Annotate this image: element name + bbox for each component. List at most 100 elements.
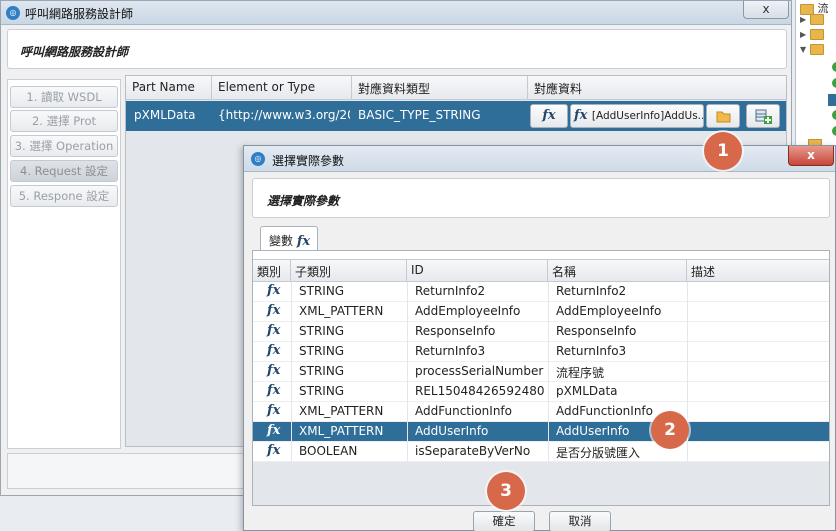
- cell-name: ResponseInfo: [556, 324, 637, 338]
- cell-subtype: XML_PATTERN: [299, 404, 384, 418]
- folder-open-icon: [716, 111, 731, 123]
- cancel-button[interactable]: 取消: [549, 511, 611, 531]
- cell-data-type: BASIC_TYPE_STRING: [358, 108, 481, 122]
- table-row[interactable]: fx STRING ResponseInfo ResponseInfo: [253, 322, 829, 342]
- cell-id: AddEmployeeInfo: [415, 304, 521, 318]
- table-row[interactable]: fx STRING ReturnInfo3 ReturnInfo3: [253, 342, 829, 362]
- cell-name: AddUserInfo: [556, 424, 630, 438]
- status-green-icon: [832, 110, 836, 120]
- mapped-value-field[interactable]: fx [AddUserInfo]AddUs...: [570, 104, 704, 128]
- fx-icon: fx: [267, 383, 281, 398]
- table-row-selected[interactable]: fx XML_PATTERN AddUserInfo AddUserInfo: [253, 422, 829, 442]
- cell-subtype: STRING: [299, 324, 345, 338]
- cell-id: ResponseInfo: [415, 324, 496, 338]
- cell-name: 流程序號: [556, 366, 605, 380]
- column-divider: [548, 282, 549, 482]
- column-header-type[interactable]: 類別: [253, 260, 291, 282]
- collapse-arrow-icon: ▼: [800, 45, 807, 54]
- table-row[interactable]: fx XML_PATTERN AddEmployeeInfo AddEmploy…: [253, 302, 829, 322]
- cell-id: ReturnInfo2: [415, 284, 486, 298]
- main-title-bar: ◎ 呼叫網路服務設計師 x: [1, 1, 791, 25]
- main-header-panel: 呼叫網路服務設計師: [7, 29, 787, 69]
- cell-id: ReturnInfo3: [415, 344, 486, 358]
- table-row-pxmldata[interactable]: pXMLData {http://www.w3.org/20... BASIC_…: [126, 101, 786, 131]
- tab-variables-label: 變數: [269, 234, 294, 248]
- fx-icon: fx: [267, 363, 281, 378]
- tree-folder-item[interactable]: ▶: [800, 12, 836, 28]
- variables-panel: 類別 子類別 ID 名稱 描述 fx STRING ReturnInfo2 Re…: [252, 250, 830, 506]
- table-row[interactable]: fx STRING processSerialNumber 流程序號: [253, 362, 829, 382]
- tab-variables[interactable]: 變數 fx: [260, 226, 318, 250]
- fx-icon: fx: [267, 343, 281, 358]
- tree-folder-item[interactable]: ▼: [800, 42, 836, 58]
- status-green-icon: [832, 78, 836, 88]
- cell-id: AddFunctionInfo: [415, 404, 512, 418]
- cell-subtype: XML_PATTERN: [299, 304, 384, 318]
- column-header-part-name[interactable]: Part Name: [126, 76, 212, 100]
- table-row[interactable]: fx STRING ReturnInfo2 ReturnInfo2: [253, 282, 829, 302]
- expand-arrow-icon: ▶: [800, 30, 807, 39]
- cell-id: processSerialNumber: [415, 364, 544, 378]
- folder-icon: [809, 13, 824, 25]
- step-marker-1: 1: [704, 132, 742, 170]
- dialog-close-button[interactable]: x: [788, 146, 834, 166]
- cell-name: AddFunctionInfo: [556, 404, 653, 418]
- column-header-mapped-data[interactable]: 對應資料: [528, 76, 786, 100]
- fx-icon: fx: [267, 303, 281, 318]
- wizard-steps: 1. 讀取 WSDL 2. 選擇 Prot 3. 選擇 Operation 4.…: [7, 79, 121, 449]
- column-divider: [687, 282, 688, 482]
- dialog-header-title: 選擇實際參數: [267, 194, 340, 208]
- cell-id: REL15048426592480: [415, 384, 545, 398]
- app-icon: ◎: [251, 152, 265, 166]
- column-divider: [407, 282, 408, 482]
- fx-icon: fx: [267, 423, 281, 438]
- cell-subtype: STRING: [299, 284, 345, 298]
- ok-button[interactable]: 確定: [473, 511, 535, 531]
- browse-folder-button[interactable]: [706, 104, 740, 128]
- fx-icon: fx: [574, 108, 588, 123]
- fx-function-button[interactable]: fx: [530, 104, 568, 128]
- step-marker-3: 3: [487, 472, 525, 510]
- cell-element-type: {http://www.w3.org/20...: [218, 108, 350, 122]
- fx-icon: fx: [542, 108, 556, 123]
- mapped-value-text: [AddUserInfo]AddUs...: [591, 110, 704, 122]
- table-row[interactable]: fx STRING REL15048426592480 pXMLData: [253, 382, 829, 402]
- dialog-title: 選擇實際參數: [272, 154, 345, 168]
- dialog-title-bar: ◎ 選擇實際參數 x: [244, 146, 835, 172]
- table-row[interactable]: fx BOOLEAN isSeparateByVerNo 是否分版號匯入: [253, 442, 829, 462]
- cell-name: ReturnInfo2: [556, 284, 627, 298]
- step-read-wsdl[interactable]: 1. 讀取 WSDL: [10, 86, 118, 108]
- close-icon: x: [807, 148, 815, 162]
- table-row[interactable]: fx XML_PATTERN AddFunctionInfo AddFuncti…: [253, 402, 829, 422]
- column-divider: [291, 282, 292, 482]
- tree-selected-item[interactable]: [828, 94, 836, 106]
- tree-folder-item[interactable]: ▶: [800, 27, 836, 43]
- step-select-port[interactable]: 2. 選擇 Prot: [10, 110, 118, 132]
- select-parameter-dialog: ◎ 選擇實際參數 x 選擇實際參數 變數 fx 類別 子類別 ID 名稱 描述 …: [243, 145, 836, 531]
- column-header-name[interactable]: 名稱: [548, 260, 687, 282]
- step-response-settings[interactable]: 5. Respone 設定: [10, 185, 118, 207]
- fx-icon: fx: [267, 283, 281, 298]
- fx-icon: fx: [267, 323, 281, 338]
- fx-icon: fx: [267, 443, 281, 458]
- close-icon: x: [762, 2, 770, 16]
- step-select-operation[interactable]: 3. 選擇 Operation: [10, 135, 118, 157]
- add-mapping-button[interactable]: [746, 104, 780, 128]
- cell-name: AddEmployeeInfo: [556, 304, 662, 318]
- column-header-id[interactable]: ID: [407, 260, 548, 282]
- fx-icon: fx: [267, 403, 281, 418]
- step-marker-2: 2: [651, 411, 689, 449]
- status-green-icon: [832, 126, 836, 136]
- cell-subtype: STRING: [299, 344, 345, 358]
- column-header-subtype[interactable]: 子類別: [291, 260, 407, 282]
- cell-name: 是否分版號匯入: [556, 446, 641, 460]
- folder-icon: [809, 43, 824, 55]
- main-close-button[interactable]: x: [743, 1, 789, 19]
- step-request-settings[interactable]: 4. Request 設定: [10, 160, 118, 182]
- cell-subtype: XML_PATTERN: [299, 424, 384, 438]
- column-header-element-type[interactable]: Element or Type: [212, 76, 352, 100]
- cell-id: AddUserInfo: [415, 424, 489, 438]
- cell-name: ReturnInfo3: [556, 344, 627, 358]
- column-header-description[interactable]: 描述: [687, 260, 829, 282]
- column-header-data-type[interactable]: 對應資料類型: [352, 76, 528, 100]
